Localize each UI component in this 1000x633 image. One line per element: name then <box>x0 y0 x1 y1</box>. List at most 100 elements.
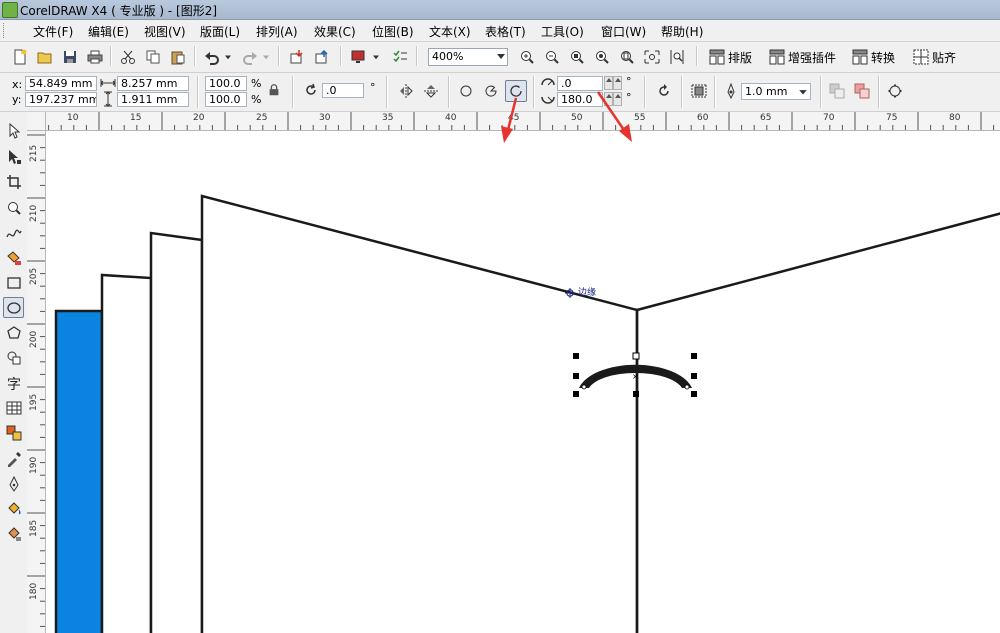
plugin-convert-icon-button[interactable] <box>850 47 870 67</box>
plugin-typeset-icon-button[interactable] <box>707 47 727 67</box>
save-button[interactable] <box>60 47 80 67</box>
convert-to-curves-button[interactable] <box>885 81 905 101</box>
menu-tools[interactable]: 工具(O) <box>541 23 584 40</box>
zoom-tool[interactable] <box>3 197 24 218</box>
undo-button[interactable] <box>202 47 222 67</box>
undo-dropdown[interactable] <box>222 47 234 67</box>
zoom-out-button[interactable] <box>542 47 562 67</box>
page-sheet-4[interactable] <box>636 212 1000 312</box>
zoom-to-page-height-button[interactable] <box>667 47 687 67</box>
polygon-tool[interactable] <box>3 322 24 343</box>
zoom-to-selected-button[interactable] <box>567 47 587 67</box>
interactive-fill-tool[interactable] <box>3 523 24 544</box>
scale-y-field[interactable]: 100.0 <box>205 92 247 107</box>
page-sheet-3[interactable] <box>200 194 639 633</box>
redo-button[interactable] <box>240 47 260 67</box>
import-button[interactable] <box>287 47 307 67</box>
cut-button[interactable] <box>118 47 138 67</box>
end-angle-spinner-alt[interactable] <box>613 92 622 106</box>
welcome-screen-button[interactable] <box>390 47 410 67</box>
paste-button[interactable] <box>168 47 188 67</box>
start-angle-spinner[interactable] <box>604 76 613 90</box>
toolbar-separator <box>878 76 880 108</box>
rectangle-tool[interactable] <box>3 272 24 293</box>
ellipse-tool[interactable] <box>3 297 24 318</box>
interactive-blend-tool[interactable] <box>3 422 24 443</box>
application-launcher-button[interactable] <box>348 47 368 67</box>
launcher-dropdown[interactable] <box>370 47 382 67</box>
print-button[interactable] <box>85 47 105 67</box>
horizontal-ruler[interactable]: 10 15 20 25 30 35 40 45 50 55 60 65 70 7… <box>27 112 1000 131</box>
plugin-snap-icon-button[interactable] <box>911 47 931 67</box>
freehand-tool[interactable] <box>3 222 24 243</box>
smart-fill-icon <box>6 250 21 265</box>
pick-tool[interactable] <box>3 120 24 141</box>
menu-window[interactable]: 窗口(W) <box>601 23 646 40</box>
ellipse-mode-button[interactable] <box>456 81 476 101</box>
mirror-vertical-button[interactable] <box>421 81 441 101</box>
start-angle-field[interactable]: .0 <box>557 76 603 91</box>
menu-view[interactable]: 视图(V) <box>144 23 186 40</box>
mirror-horizontal-button[interactable] <box>396 81 416 101</box>
blue-panel[interactable] <box>54 309 104 633</box>
zoom-to-page-width-button[interactable] <box>642 47 662 67</box>
page-sheet-1[interactable] <box>100 273 153 633</box>
scale-x-field[interactable]: 100.0 <box>205 76 247 91</box>
shape-tool[interactable] <box>3 146 24 167</box>
end-angle-spinner[interactable] <box>604 92 613 106</box>
menu-effects[interactable]: 效果(C) <box>314 23 356 40</box>
menu-table[interactable]: 表格(T) <box>485 23 526 40</box>
copy-button[interactable] <box>143 47 163 67</box>
redo-dropdown[interactable] <box>260 47 272 67</box>
arrange-front-icon <box>829 83 845 99</box>
x-position-field[interactable]: 54.849 mm <box>25 76 97 91</box>
arc-mode-button[interactable] <box>505 80 527 102</box>
vertical-ruler[interactable]: 215 210 205 200 195 190 185 180 <box>27 130 46 633</box>
object-width-field[interactable]: 8.257 mm <box>117 76 189 91</box>
arc-end-node[interactable] <box>684 384 690 390</box>
to-back-of-layer-button[interactable] <box>852 81 872 101</box>
basic-shapes-tool[interactable] <box>3 347 24 368</box>
text-tool[interactable]: 字 <box>3 372 24 393</box>
zoom-level-select[interactable]: 400% <box>428 48 508 66</box>
menu-bitmaps[interactable]: 位图(B) <box>372 23 414 40</box>
outline-width-select[interactable]: 1.0 mm <box>741 83 811 100</box>
to-front-of-layer-button[interactable] <box>827 81 847 101</box>
crop-tool[interactable] <box>3 171 24 192</box>
menu-help[interactable]: 帮助(H) <box>661 23 703 40</box>
export-button[interactable] <box>312 47 332 67</box>
end-angle-field[interactable]: 180.0 <box>557 92 603 107</box>
new-document-button[interactable] <box>10 47 30 67</box>
open-button[interactable] <box>35 47 55 67</box>
wrap-text-button[interactable] <box>689 81 709 101</box>
change-direction-button[interactable] <box>654 81 674 101</box>
menu-edit[interactable]: 编辑(E) <box>88 23 129 40</box>
menu-file[interactable]: 文件(F) <box>33 23 73 40</box>
plugin-convert-label[interactable]: 转换 <box>871 49 895 66</box>
zoom-to-all-objects-button[interactable] <box>592 47 612 67</box>
fill-tool[interactable] <box>3 498 24 519</box>
y-position-field[interactable]: 197.237 mm <box>25 92 97 107</box>
rotation-angle-field[interactable]: .0 <box>322 83 364 98</box>
lock-ratio-button[interactable] <box>267 83 281 97</box>
menu-layout[interactable]: 版面(L) <box>200 23 240 40</box>
plugin-enhance-icon-button[interactable] <box>767 47 787 67</box>
eyedropper-tool[interactable] <box>3 448 24 469</box>
drawing-canvas[interactable]: 边缘 × <box>46 131 1000 633</box>
page-sheet-2[interactable] <box>149 231 204 633</box>
smart-fill-tool[interactable] <box>3 247 24 268</box>
plugin-typeset-label[interactable]: 排版 <box>728 49 752 66</box>
zoom-to-page-button[interactable] <box>617 47 637 67</box>
arc-start-node[interactable] <box>581 384 587 390</box>
plugin-snap-label[interactable]: 贴齐 <box>932 49 956 66</box>
outline-tool[interactable] <box>3 473 24 494</box>
pie-mode-button[interactable] <box>481 81 501 101</box>
start-angle-spinner-alt[interactable] <box>613 76 622 90</box>
zoom-in-button[interactable] <box>517 47 537 67</box>
object-height-field[interactable]: 1.911 mm <box>117 92 189 107</box>
menu-text[interactable]: 文本(X) <box>429 23 471 40</box>
plugin-enhance-label[interactable]: 增强插件 <box>788 49 836 66</box>
table-tool[interactable] <box>3 397 24 418</box>
ruler-origin-corner[interactable] <box>27 112 46 131</box>
menu-arrange[interactable]: 排列(A) <box>256 23 298 40</box>
